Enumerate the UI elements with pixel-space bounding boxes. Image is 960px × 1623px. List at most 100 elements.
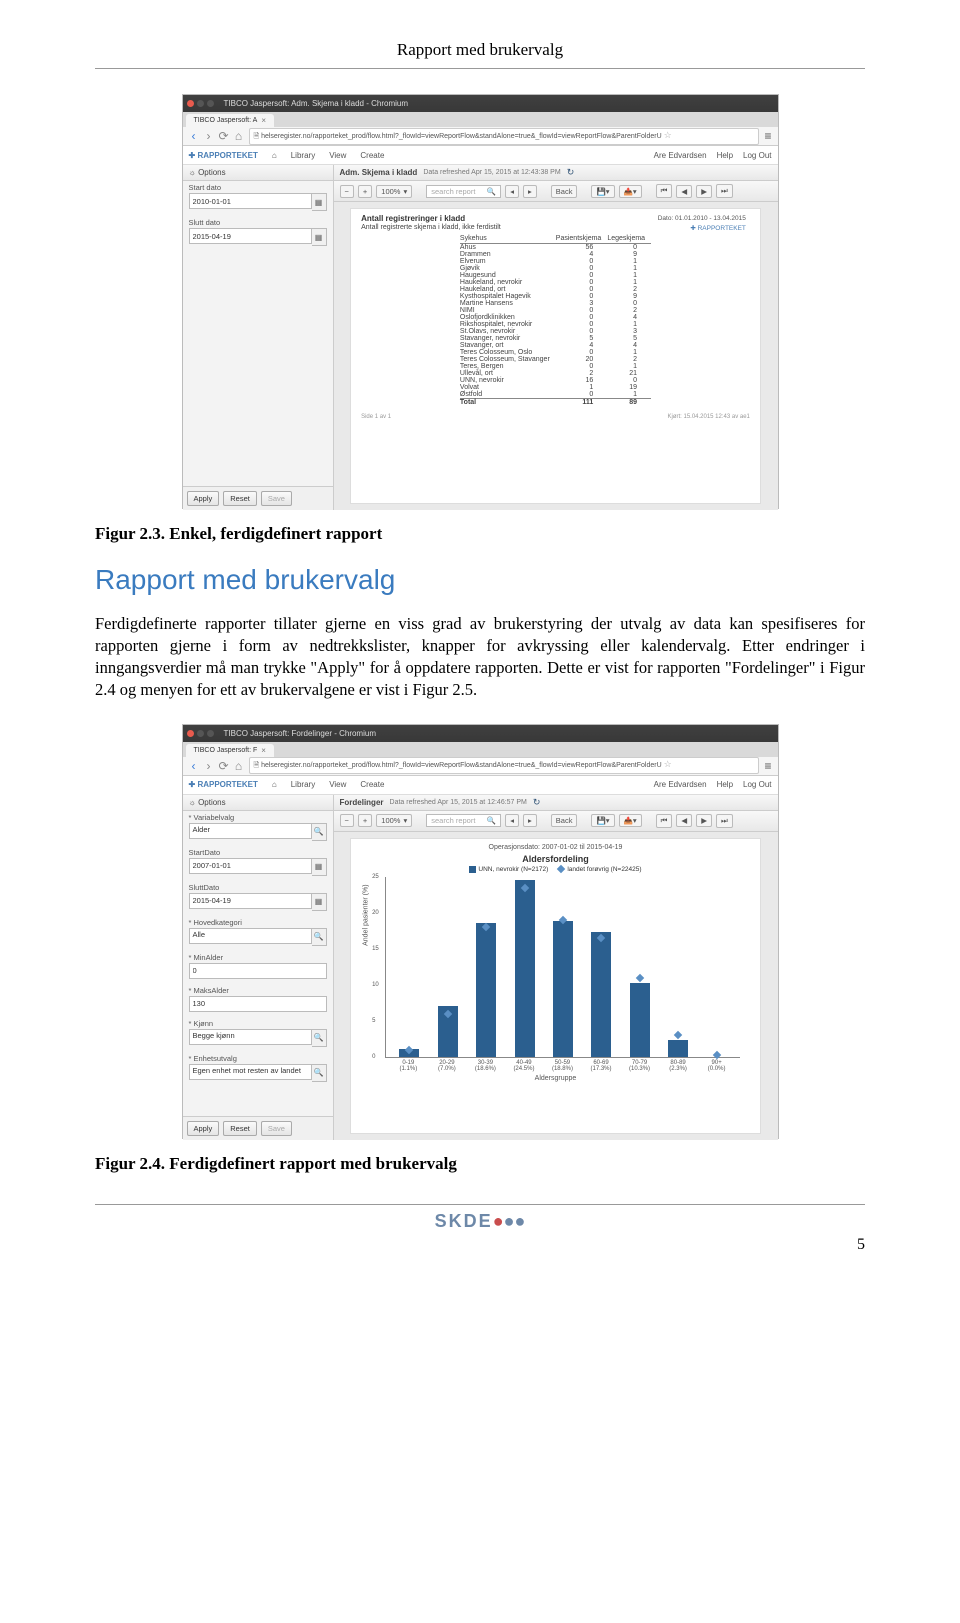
sidebar-select[interactable]: Alder (189, 823, 312, 839)
back-button[interactable]: Back (551, 814, 578, 827)
browser-tab[interactable]: TIBCO Jaspersoft: F × (186, 744, 274, 757)
search-icon[interactable]: 🔍 (312, 1064, 327, 1082)
minimize-icon[interactable] (197, 100, 204, 107)
bookmark-star-icon[interactable]: ☆ (664, 759, 672, 769)
last-page-button[interactable]: ⏭ (716, 814, 733, 828)
user-name[interactable]: Are Edvardsen (654, 151, 707, 160)
save-button[interactable]: Save (261, 491, 292, 506)
prev-page-button[interactable]: ◀ (676, 814, 692, 827)
next-match-button[interactable]: ▸ (523, 185, 537, 198)
menu-view[interactable]: View (329, 151, 346, 160)
calendar-icon[interactable]: ▦ (312, 858, 327, 876)
first-page-button[interactable]: ⏮ (656, 184, 673, 198)
user-name[interactable]: Are Edvardsen (654, 780, 707, 789)
sidebar-input[interactable] (189, 893, 312, 909)
reset-button[interactable]: Reset (223, 491, 257, 506)
next-page-button[interactable]: ▶ (696, 814, 712, 827)
maximize-icon[interactable] (207, 100, 214, 107)
forward-icon[interactable]: › (204, 129, 214, 143)
reload-icon[interactable]: ⟳ (219, 129, 229, 143)
menu-create[interactable]: Create (360, 780, 384, 789)
zoom-out-button[interactable]: − (340, 814, 354, 827)
sidebar-input[interactable] (189, 963, 327, 979)
back-icon[interactable]: ‹ (189, 129, 199, 143)
report-search-input[interactable]: search report🔍 (426, 185, 501, 198)
menu-help[interactable]: Help (717, 780, 733, 789)
browser-tab[interactable]: TIBCO Jaspersoft: A × (186, 114, 274, 127)
calendar-icon[interactable]: ▦ (312, 893, 327, 911)
menu-logout[interactable]: Log Out (743, 780, 771, 789)
next-page-button[interactable]: ▶ (696, 185, 712, 198)
search-icon[interactable]: 🔍 (312, 823, 327, 841)
sidebar-select[interactable]: Begge kjønn (189, 1029, 312, 1045)
minimize-icon[interactable] (197, 730, 204, 737)
window-controls[interactable] (187, 730, 214, 737)
window-controls[interactable] (187, 100, 214, 107)
menu-logout[interactable]: Log Out (743, 151, 771, 160)
x-axis-label: Aldersgruppe (361, 1075, 750, 1082)
forward-icon[interactable]: › (204, 759, 214, 773)
save-report-button[interactable]: 💾▾ (591, 814, 614, 827)
menu-view[interactable]: View (329, 780, 346, 789)
export-button[interactable]: 📤▾ (619, 185, 642, 198)
close-icon[interactable] (187, 100, 194, 107)
search-icon[interactable]: 🔍 (312, 1029, 327, 1047)
home-button[interactable]: ⌂ (272, 780, 277, 789)
save-button[interactable]: Save (261, 1121, 292, 1136)
prev-match-button[interactable]: ◂ (505, 814, 519, 827)
url-input[interactable]: 🗎 helseregister.no/rapporteket_prod/flow… (249, 128, 760, 145)
zoom-out-button[interactable]: − (340, 185, 354, 198)
calendar-icon[interactable]: ▦ (312, 193, 327, 211)
search-icon[interactable]: 🔍 (487, 816, 496, 825)
first-page-button[interactable]: ⏮ (656, 814, 673, 828)
apply-button[interactable]: Apply (187, 1121, 220, 1136)
home-icon[interactable]: ⌂ (234, 759, 244, 773)
menu-help[interactable]: Help (717, 151, 733, 160)
close-icon[interactable] (187, 730, 194, 737)
last-page-button[interactable]: ⏭ (716, 184, 733, 198)
url-input[interactable]: 🗎 helseregister.no/rapporteket_prod/flow… (249, 757, 760, 774)
reset-button[interactable]: Reset (223, 1121, 257, 1136)
zoom-level[interactable]: 100% ▾ (376, 814, 412, 827)
menu-library[interactable]: Library (291, 151, 315, 160)
maximize-icon[interactable] (207, 730, 214, 737)
window-titlebar: TIBCO Jaspersoft: Fordelinger - Chromium (183, 725, 778, 742)
sidebar-select[interactable]: Alle (189, 928, 312, 944)
report-search-input[interactable]: search report🔍 (426, 814, 501, 827)
apply-button[interactable]: Apply (187, 491, 220, 506)
calendar-icon[interactable]: ▦ (312, 228, 327, 246)
back-button[interactable]: Back (551, 185, 578, 198)
back-icon[interactable]: ‹ (189, 759, 199, 773)
browser-menu-icon[interactable]: ≡ (764, 129, 771, 143)
search-icon[interactable]: 🔍 (312, 928, 327, 946)
page-number: 5 (857, 1236, 865, 1254)
app-brand: ✚ RAPPORTEKET (189, 151, 258, 160)
next-match-button[interactable]: ▸ (523, 814, 537, 827)
menu-create[interactable]: Create (360, 151, 384, 160)
refresh-icon[interactable]: ↻ (567, 167, 575, 178)
zoom-in-button[interactable]: + (358, 185, 372, 198)
home-icon[interactable]: ⌂ (234, 129, 244, 143)
sidebar-select[interactable]: Egen enhet mot resten av landet (189, 1064, 312, 1080)
export-button[interactable]: 📤▾ (619, 814, 642, 827)
search-icon[interactable]: 🔍 (487, 187, 496, 196)
sidebar-label: * MinAlder (189, 953, 327, 962)
save-report-button[interactable]: 💾▾ (591, 185, 614, 198)
browser-menu-icon[interactable]: ≡ (764, 759, 771, 773)
reload-icon[interactable]: ⟳ (219, 759, 229, 773)
end-date-input[interactable] (189, 228, 312, 244)
close-tab-icon[interactable]: × (261, 746, 266, 755)
close-tab-icon[interactable]: × (261, 116, 266, 125)
bookmark-star-icon[interactable]: ☆ (664, 130, 672, 140)
sidebar-input[interactable] (189, 996, 327, 1012)
zoom-level[interactable]: 100% ▾ (376, 185, 412, 198)
prev-page-button[interactable]: ◀ (676, 185, 692, 198)
sidebar-input[interactable] (189, 858, 312, 874)
footer-rule (95, 1204, 865, 1205)
zoom-in-button[interactable]: + (358, 814, 372, 827)
menu-library[interactable]: Library (291, 780, 315, 789)
prev-match-button[interactable]: ◂ (505, 185, 519, 198)
home-button[interactable]: ⌂ (272, 151, 277, 160)
refresh-icon[interactable]: ↻ (533, 797, 541, 808)
start-date-input[interactable] (189, 193, 312, 209)
